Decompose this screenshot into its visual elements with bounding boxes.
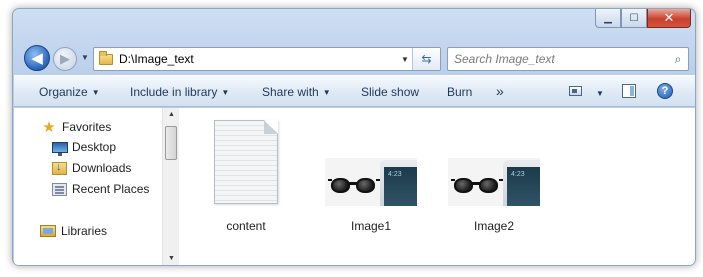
file-name: Image1 [350,219,392,233]
file-name: Image2 [473,219,515,233]
phone-icon: 4:23 [380,160,417,206]
content-area: ★ Favorites Desktop Downloads Recent Pla… [14,108,695,265]
scroll-down-icon[interactable]: ▼ [163,252,180,265]
share-with-button[interactable]: Share with ▼ [262,85,331,99]
navigation-pane: ★ Favorites Desktop Downloads Recent Pla… [14,108,162,265]
burn-button[interactable]: Burn [447,85,472,99]
nav-pane-scrollbar[interactable]: ▲ ▼ [162,108,180,265]
navigation-bar: ◀ ▶ ▼ D:\Image_text ▼ ⇆ ⌕ [13,37,695,73]
slide-show-label: Slide show [361,85,420,99]
address-bar[interactable]: D:\Image_text ▼ ⇆ [93,47,441,71]
more-options-dropdown[interactable]: ▼ [592,86,604,100]
address-dropdown-icon[interactable]: ▼ [398,55,412,64]
chevron-down-icon: ▼ [322,88,331,98]
chevron-down-icon: ▼ [91,88,100,98]
thumbnail-clock-text: 4:23 [511,171,525,178]
nav-item-label: Recent Places [72,182,150,196]
burn-label: Burn [447,85,473,99]
desktop-icon [52,141,68,156]
help-button[interactable]: ? [656,83,674,99]
caption-buttons: ▁ ☐ ✕ [595,9,691,28]
nav-item-label: Desktop [72,140,117,154]
refresh-button[interactable]: ⇆ [412,48,440,70]
refresh-icon: ⇆ [421,52,432,66]
chevron-down-icon: ▼ [221,88,230,98]
nav-item-favorites[interactable]: ★ Favorites [40,118,111,136]
file-name: content [226,219,266,233]
help-icon: ? [657,83,673,99]
nav-item-label: Libraries [61,224,108,238]
chevron-down-icon: ▼ [596,89,604,99]
search-icon[interactable]: ⌕ [668,52,688,67]
minimize-button[interactable]: ▁ [595,9,621,28]
nav-item-desktop[interactable]: Desktop [52,140,117,156]
search-input[interactable] [454,52,668,66]
sunglasses-icon [451,176,503,194]
file-item-content[interactable]: content [196,120,296,236]
scrollbar-thumb[interactable] [165,126,177,160]
address-path[interactable]: D:\Image_text [119,52,398,66]
views-icon [568,86,582,96]
file-item-image2[interactable]: 4:23 Image2 [448,158,540,236]
nav-item-libraries[interactable]: Libraries [40,224,107,238]
command-bar: Organize ▼ Include in library ▼ Share with… [14,75,695,107]
back-arrow-icon: ◀ [31,50,43,67]
nav-item-label: Downloads [72,161,132,175]
forward-button[interactable]: ▶ [53,47,77,71]
explorer-window: ▁ ☐ ✕ ◀ ▶ ▼ D:\Image_text ▼ ⇆ ⌕ Organize… [12,8,696,266]
slide-show-button[interactable]: Slide show [361,85,419,99]
folder-icon [99,50,113,65]
recent-pages-dropdown[interactable]: ▼ [81,53,89,62]
downloads-icon [52,161,67,175]
file-item-image1[interactable]: 4:23 Image1 [325,158,417,236]
nav-item-recent-places[interactable]: Recent Places [52,182,149,196]
preview-pane-button[interactable] [620,83,638,99]
phone-icon: 4:23 [503,160,540,206]
image-thumbnail: 4:23 [448,158,540,206]
image-thumbnail: 4:23 [325,158,417,206]
search-box[interactable]: ⌕ [447,47,689,71]
libraries-icon [40,225,56,237]
organize-button[interactable]: Organize ▼ [39,85,100,99]
star-icon: ★ [42,119,56,136]
change-view-button[interactable] [566,83,584,99]
scroll-up-icon[interactable]: ▲ [163,108,180,122]
nav-item-downloads[interactable]: Downloads [52,161,131,175]
include-in-library-label: Include in library [130,85,218,99]
recent-places-icon [52,182,67,196]
sunglasses-icon [328,176,380,194]
preview-pane-icon [622,84,636,98]
more-commands-button[interactable]: » [496,83,504,99]
close-button[interactable]: ✕ [647,9,691,28]
include-in-library-button[interactable]: Include in library ▼ [130,85,229,99]
nav-item-label: Favorites [62,120,112,134]
back-button[interactable]: ◀ [24,45,50,71]
organize-label: Organize [39,85,88,99]
thumbnail-clock-text: 4:23 [388,171,402,178]
maximize-button[interactable]: ☐ [621,9,647,28]
forward-arrow-icon: ▶ [60,51,70,66]
text-document-icon [214,120,278,204]
share-with-label: Share with [262,85,319,99]
